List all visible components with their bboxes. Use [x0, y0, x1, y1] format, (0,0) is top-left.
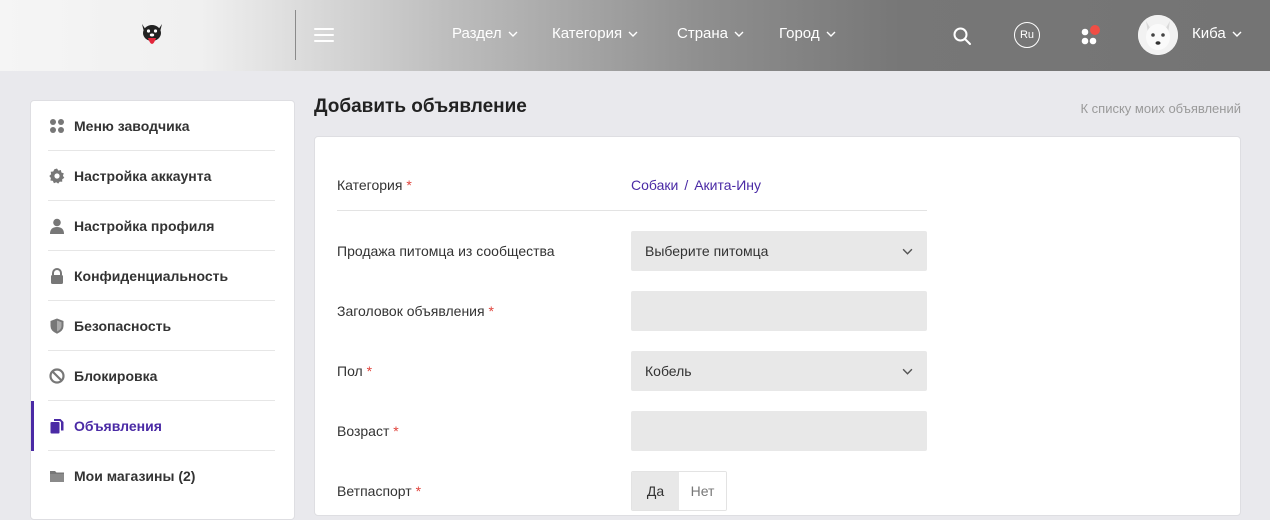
sidebar: Меню заводчика Настройка аккаунта Настро…	[30, 100, 295, 520]
required-mark: *	[393, 423, 399, 439]
age-input[interactable]	[631, 411, 927, 451]
chevron-down-icon	[734, 31, 744, 37]
category-link-akita[interactable]: Акита-Ину	[694, 177, 761, 193]
menu-icon[interactable]	[314, 28, 334, 42]
nav-category-label: Категория	[552, 25, 623, 42]
vetpassport-toggle: Да Нет	[631, 471, 727, 511]
nav-section-label: Раздел	[452, 25, 502, 42]
pet-select-value: Выберите питомца	[645, 243, 769, 259]
sidebar-item-security[interactable]: Безопасность	[48, 301, 275, 351]
user-icon	[48, 217, 66, 235]
sidebar-item-label: Меню заводчика	[74, 117, 190, 134]
sex-label-text: Пол	[337, 363, 363, 379]
search-icon[interactable]	[952, 26, 972, 46]
sidebar-item-label: Настройка профиля	[74, 217, 215, 234]
sidebar-item-label: Объявления	[74, 417, 162, 434]
nav-city-label: Город	[779, 25, 820, 42]
pet-select[interactable]: Выберите питомца	[631, 231, 927, 271]
avatar[interactable]	[1138, 15, 1178, 55]
gear-icon	[48, 167, 66, 185]
required-mark: *	[488, 303, 494, 319]
sidebar-item-breeder-menu[interactable]: Меню заводчика	[48, 101, 275, 151]
category-label-text: Категория	[337, 177, 403, 193]
top-navbar: Раздел Категория Страна Город Ru Киба	[0, 0, 1270, 71]
chevron-down-icon	[902, 248, 913, 255]
vetpassport-label: Ветпаспорт *	[337, 483, 421, 499]
sidebar-item-ads[interactable]: Объявления	[48, 401, 275, 451]
sidebar-item-profile-settings[interactable]: Настройка профиля	[48, 201, 275, 251]
sidebar-item-label: Мои магазины (2)	[74, 468, 196, 484]
chevron-down-icon	[508, 31, 518, 37]
chevron-down-icon	[902, 368, 913, 375]
header-divider	[295, 10, 296, 60]
block-icon	[48, 367, 66, 385]
vetpassport-no-button[interactable]: Нет	[679, 472, 726, 510]
sidebar-item-label: Настройка аккаунта	[74, 167, 212, 184]
ad-title-label: Заголовок объявления *	[337, 303, 494, 319]
sidebar-item-my-shops[interactable]: Мои магазины (2)	[48, 451, 275, 501]
sex-select-value: Кобель	[645, 363, 692, 379]
nav-city-dropdown[interactable]: Город	[779, 25, 836, 42]
vetpassport-label-text: Ветпаспорт	[337, 483, 412, 499]
lock-icon	[48, 267, 66, 285]
category-label: Категория *	[337, 177, 412, 193]
active-indicator	[31, 401, 34, 451]
required-mark: *	[406, 177, 412, 193]
nav-country-dropdown[interactable]: Страна	[677, 25, 744, 42]
required-mark: *	[415, 483, 422, 499]
chevron-down-icon	[628, 31, 638, 37]
shield-icon	[48, 317, 66, 335]
nav-category-dropdown[interactable]: Категория	[552, 25, 638, 42]
documents-icon	[48, 417, 66, 435]
logo-icon[interactable]	[136, 20, 168, 52]
ad-title-input[interactable]	[631, 291, 927, 331]
nav-country-label: Страна	[677, 25, 729, 42]
sidebar-item-label: Блокировка	[74, 367, 158, 384]
age-label: Возраст *	[337, 423, 399, 439]
add-ad-form: Категория * Собаки / Акита-Ину Продажа пит…	[314, 136, 1241, 516]
user-name-label: Киба	[1192, 25, 1226, 42]
required-mark: *	[366, 363, 373, 379]
sex-select[interactable]: Кобель	[631, 351, 927, 391]
sex-label: Пол *	[337, 363, 372, 379]
language-switch[interactable]: Ru	[1014, 22, 1040, 48]
sidebar-item-account-settings[interactable]: Настройка аккаунта	[48, 151, 275, 201]
sidebar-item-label: Конфиденциальность	[74, 267, 229, 284]
page-title: Добавить объявление	[314, 96, 527, 117]
grid-icon	[48, 117, 66, 135]
category-separator: /	[684, 177, 689, 193]
folder-icon	[48, 467, 66, 485]
form-divider	[337, 210, 927, 211]
community-sale-label: Продажа питомца из сообщества	[337, 243, 555, 259]
chevron-down-icon	[1232, 31, 1242, 37]
category-link-dogs[interactable]: Собаки	[631, 177, 678, 193]
back-to-ads-link[interactable]: К списку моих объявлений	[1080, 101, 1241, 116]
sidebar-item-privacy[interactable]: Конфиденциальность	[48, 251, 275, 301]
apps-icon[interactable]	[1080, 24, 1104, 48]
vetpassport-yes-button[interactable]: Да	[632, 472, 679, 510]
age-label-text: Возраст	[337, 423, 390, 439]
nav-section-dropdown[interactable]: Раздел	[452, 25, 518, 42]
chevron-down-icon	[826, 31, 836, 37]
category-breadcrumb: Собаки / Акита-Ину	[631, 177, 761, 193]
sidebar-item-label: Безопасность	[74, 317, 172, 334]
sidebar-item-blocking[interactable]: Блокировка	[48, 351, 275, 401]
ad-title-label-text: Заголовок объявления	[337, 303, 485, 319]
user-menu-dropdown[interactable]: Киба	[1192, 25, 1242, 42]
